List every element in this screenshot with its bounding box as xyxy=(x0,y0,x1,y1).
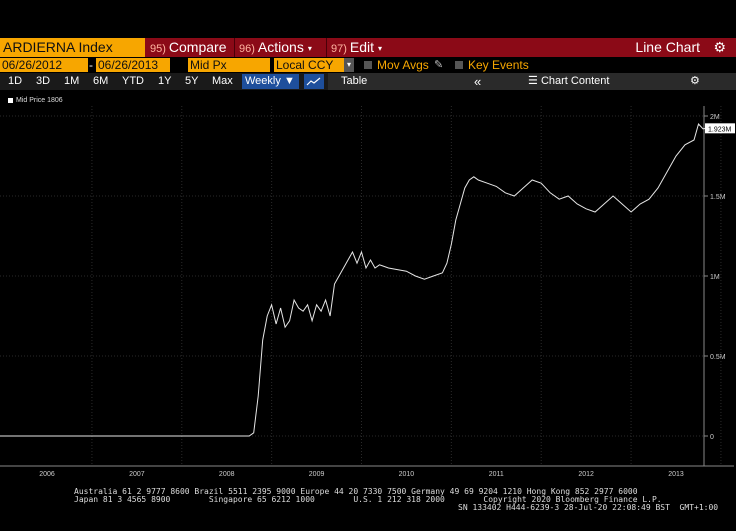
divider xyxy=(234,38,235,57)
period-5y[interactable]: 5Y xyxy=(185,73,198,90)
bloomberg-footer: Australia 61 2 9777 8600 Brazil 5511 239… xyxy=(0,486,736,531)
frequency-select[interactable]: Weekly ▼ xyxy=(242,74,299,89)
x-tick-label: 2008 xyxy=(219,471,235,478)
edit-number: 97) xyxy=(331,43,347,55)
settings-gear-icon[interactable]: ⚙ xyxy=(690,73,700,90)
mov-avgs-label[interactable]: Mov Avgs xyxy=(377,58,429,72)
chevron-down-icon: ▾ xyxy=(307,43,312,53)
divider xyxy=(326,38,327,57)
settings-row: 06/26/2012 - 06/26/2013 Mid Px Local CCY… xyxy=(0,58,736,73)
y-tick-label: 1M xyxy=(710,274,720,281)
edit-label: Edit xyxy=(349,39,375,55)
compare-button[interactable]: 95) Compare xyxy=(150,38,227,57)
date-separator: - xyxy=(89,58,93,72)
x-tick-label: 2013 xyxy=(668,471,684,478)
gear-icon[interactable]: ⚙ xyxy=(713,38,726,57)
chart-content-button[interactable]: ☰ Chart Content xyxy=(528,73,609,90)
top-toolbar: ARDIERNA Index 95) Compare 96) Actions ▾ 97… xyxy=(0,38,736,57)
x-tick-label: 2012 xyxy=(578,471,594,478)
chevron-down-icon: ▾ xyxy=(378,43,383,53)
line-chart-icon[interactable] xyxy=(304,74,324,89)
period-max[interactable]: Max xyxy=(212,73,233,90)
period-row: 1D 3D 1M 6M YTD 1Y 5Y Max Weekly ▼ Table… xyxy=(0,73,736,90)
compare-number: 95) xyxy=(150,43,166,55)
y-tick-label: 2M xyxy=(710,114,720,121)
period-1d[interactable]: 1D xyxy=(8,73,22,90)
price-line-chart: 0 0.5M 1M 1.5M 2M 2006 2007 2008 2009 2010 2011 201… xyxy=(0,106,735,478)
compare-label: Compare xyxy=(168,39,227,55)
actions-number: 96) xyxy=(239,43,255,55)
footer-line-3: SN 133402 H444-6239-3 28-Jul-20 22:08:49… xyxy=(458,503,719,512)
period-3d[interactable]: 3D xyxy=(36,73,50,90)
period-1y[interactable]: 1Y xyxy=(158,73,171,90)
period-ytd[interactable]: YTD xyxy=(122,73,144,90)
end-date-field[interactable]: 06/26/2013 xyxy=(96,58,170,72)
x-tick-label: 2007 xyxy=(129,471,145,478)
period-1m[interactable]: 1M xyxy=(64,73,79,90)
chevron-down-icon[interactable]: ▾ xyxy=(344,58,354,72)
chevron-down-icon: ▼ xyxy=(283,75,295,87)
chart-content-label: Chart Content xyxy=(540,75,610,87)
frequency-label: Weekly xyxy=(245,75,281,87)
y-tick-label: 0.5M xyxy=(710,354,726,361)
key-events-checkbox[interactable] xyxy=(455,61,463,69)
y-tick-label: 1.5M xyxy=(710,194,726,201)
series-line xyxy=(0,123,708,437)
chart-type-title: Line Chart xyxy=(635,39,700,55)
edit-menu[interactable]: 97) Edit ▾ xyxy=(331,38,382,57)
period-6m[interactable]: 6M xyxy=(93,73,108,90)
currency-select[interactable]: Local CCY xyxy=(274,58,344,72)
hamburger-icon: ☰ xyxy=(528,75,538,87)
pencil-icon[interactable]: ✎ xyxy=(434,58,443,72)
x-tick-label: 2006 xyxy=(39,471,55,478)
ticker-field[interactable]: ARDIERNA Index xyxy=(0,38,145,57)
actions-label: Actions xyxy=(257,39,304,55)
start-date-field[interactable]: 06/26/2012 xyxy=(0,58,88,72)
table-tab[interactable]: Table xyxy=(341,73,367,90)
y-tick-label: 0 xyxy=(710,434,714,441)
x-tick-label: 2011 xyxy=(489,471,504,478)
collapse-icon[interactable]: « xyxy=(474,73,481,90)
actions-menu[interactable]: 96) Actions ▾ xyxy=(239,38,312,57)
x-tick-label: 2010 xyxy=(399,471,415,478)
key-events-label[interactable]: Key Events xyxy=(468,58,529,72)
mov-avgs-checkbox[interactable] xyxy=(364,61,372,69)
price-field-select[interactable]: Mid Px xyxy=(188,58,270,72)
last-value-label: 1.923M xyxy=(708,126,732,133)
x-tick-label: 2009 xyxy=(309,471,325,478)
